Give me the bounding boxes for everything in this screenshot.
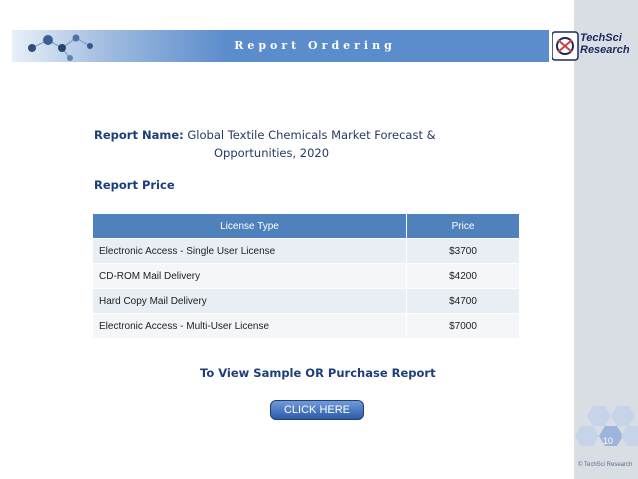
logo-text: TechSci Research xyxy=(580,32,638,56)
report-name: Report Name: Global Textile Chemicals Ma… xyxy=(94,126,534,162)
click-here-button[interactable]: CLICK HERE xyxy=(270,400,364,420)
table-header-row: License Type Price xyxy=(92,213,520,239)
price-cell: $3700 xyxy=(406,238,520,264)
table-row: CD-ROM Mail Delivery $4200 xyxy=(92,263,520,289)
report-name-line1: Global Textile Chemicals Market Forecast… xyxy=(187,128,436,142)
price-table: License Type Price Electronic Access - S… xyxy=(92,213,520,339)
copyright-text: © TechSci Research xyxy=(578,462,633,468)
price-cell: $7000 xyxy=(406,313,520,339)
report-name-label: Report Name: xyxy=(94,128,184,142)
page-number: 10 xyxy=(602,436,613,446)
logo-line1: TechSci xyxy=(580,32,622,44)
column-header-price: Price xyxy=(406,213,520,239)
license-type-cell: CD-ROM Mail Delivery xyxy=(92,263,407,289)
table-row: Electronic Access - Multi-User License $… xyxy=(92,313,520,339)
price-cell: $4200 xyxy=(406,263,520,289)
logo-line2: Research xyxy=(580,44,630,56)
table-row: Electronic Access - Single User License … xyxy=(92,238,520,264)
price-cell: $4700 xyxy=(406,288,520,314)
license-type-cell: Electronic Access - Single User License xyxy=(92,238,407,264)
table-row: Hard Copy Mail Delivery $4700 xyxy=(92,288,520,314)
report-price-heading: Report Price xyxy=(94,178,175,192)
page-title: Report Ordering xyxy=(234,39,396,52)
column-header-license-type: License Type xyxy=(92,213,407,239)
license-type-cell: Electronic Access - Multi-User License xyxy=(92,313,407,339)
purchase-prompt: To View Sample OR Purchase Report xyxy=(200,366,436,380)
report-name-line2: Opportunities, 2020 xyxy=(214,146,330,160)
license-type-cell: Hard Copy Mail Delivery xyxy=(92,288,407,314)
molecule-icon xyxy=(28,34,93,61)
hexagon-decoration-icon xyxy=(575,406,638,446)
